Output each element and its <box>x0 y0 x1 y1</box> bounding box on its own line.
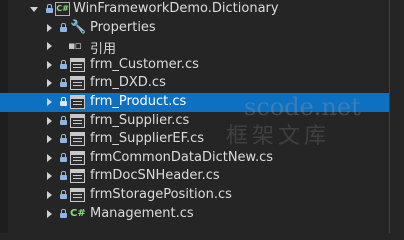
lock-icon <box>60 96 67 107</box>
tree-item-label: Management.cs <box>90 205 194 221</box>
references-icon: ▪▫ <box>68 39 82 53</box>
lock-icon <box>60 78 67 88</box>
tree-item-management[interactable]: C# Management.cs <box>0 205 404 224</box>
tree-item-frm-customer[interactable]: frm_Customer.cs <box>0 56 404 75</box>
expander-collapsed-icon[interactable] <box>47 79 52 88</box>
lock-icon <box>60 152 67 163</box>
tree-item-frm-dxd[interactable]: frm_DXD.cs <box>0 74 404 93</box>
form-icon <box>70 113 85 128</box>
lock-icon <box>60 171 67 181</box>
tree-item-label: frmDocSNHeader.cs <box>90 168 220 184</box>
tree-item-label: WinFrameworkDemo.Dictionary <box>73 1 279 16</box>
expander-collapsed-icon[interactable] <box>47 23 52 32</box>
tree-item-label: frmCommonDataDictNew.cs <box>90 149 274 165</box>
tree-item-frm-product[interactable]: frm_Product.cs <box>0 92 389 112</box>
tree-item-label: frmStoragePosition.cs <box>90 186 232 202</box>
tree-item-label: frm_Product.cs <box>90 93 187 109</box>
lock-icon <box>60 189 67 200</box>
tree-item-label: frm_DXD.cs <box>90 75 166 91</box>
tree-item-frm-common-data-dict-new[interactable]: frmCommonDataDictNew.cs <box>0 149 404 168</box>
tree-item-label: frm_Customer.cs <box>90 56 199 72</box>
form-icon <box>70 57 85 72</box>
panel-divider <box>389 0 390 233</box>
form-icon <box>70 169 85 184</box>
solution-explorer-tree: C# WinFrameworkDemo.Dictionary 🔧 Propert… <box>0 0 404 223</box>
lock-icon <box>60 22 67 33</box>
tree-item-frm-doc-sn-header[interactable]: frmDocSNHeader.cs <box>0 167 404 186</box>
wrench-icon: 🔧 <box>70 19 87 35</box>
expander-expanded-icon[interactable] <box>30 7 38 12</box>
tree-item-frm-supplier[interactable]: frm_Supplier.cs <box>0 112 404 131</box>
expander-collapsed-icon[interactable] <box>47 209 52 218</box>
form-icon <box>70 76 85 91</box>
lock-icon <box>60 59 67 70</box>
expander-collapsed-icon[interactable] <box>47 60 52 69</box>
expander-collapsed-icon[interactable] <box>47 116 52 125</box>
tree-item-label: frm_Supplier.cs <box>90 112 190 128</box>
tree-item-project[interactable]: C# WinFrameworkDemo.Dictionary <box>0 0 404 19</box>
lock-icon <box>60 134 67 144</box>
expander-collapsed-icon[interactable] <box>47 172 52 181</box>
expander-collapsed-icon[interactable] <box>47 135 52 144</box>
lock-icon <box>60 208 67 219</box>
tree-item-label: frm_SupplierEF.cs <box>90 131 205 147</box>
form-icon <box>70 150 85 165</box>
csharp-project-icon: C# <box>55 2 70 16</box>
lock-icon <box>60 115 67 126</box>
tree-item-label: 引用 <box>90 42 117 58</box>
lock-icon <box>46 4 53 14</box>
form-icon <box>70 94 85 109</box>
csharp-file-icon: C# <box>70 207 86 219</box>
tree-item-references[interactable]: ▪▫ 引用 <box>0 37 404 58</box>
form-icon <box>70 187 85 202</box>
expander-collapsed-icon[interactable] <box>47 42 52 51</box>
expander-collapsed-icon[interactable] <box>47 190 52 199</box>
tree-item-frm-storage-position[interactable]: frmStoragePosition.cs <box>0 186 404 205</box>
form-icon <box>70 132 85 147</box>
expander-collapsed-icon[interactable] <box>47 153 52 162</box>
tree-item-frm-supplier-ef[interactable]: frm_SupplierEF.cs <box>0 130 404 149</box>
tree-item-properties[interactable]: 🔧 Properties <box>0 19 404 38</box>
tree-item-label: Properties <box>90 19 156 35</box>
expander-collapsed-icon[interactable] <box>47 97 52 106</box>
